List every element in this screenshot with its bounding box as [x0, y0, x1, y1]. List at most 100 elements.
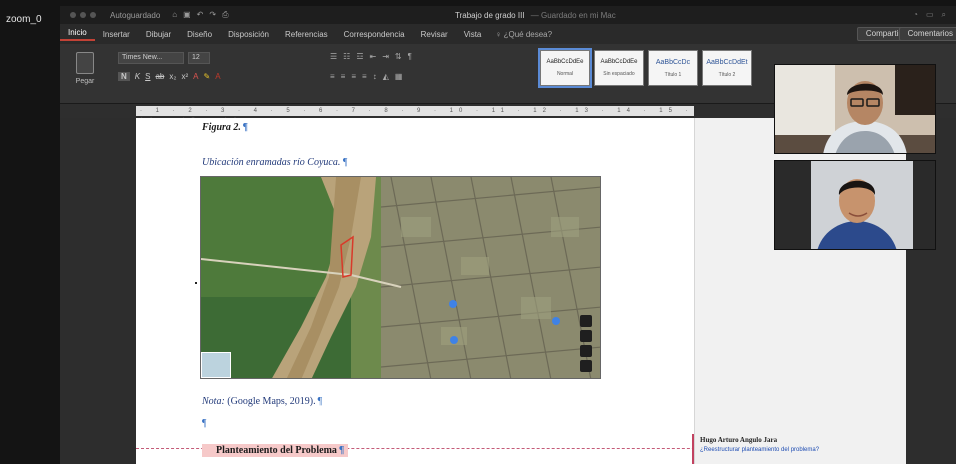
style-normal[interactable]: AaBbCcDdEe Normal	[538, 48, 592, 88]
undo-icon[interactable]: ↶	[197, 10, 204, 20]
window-controls	[70, 12, 96, 18]
participant-2-video	[775, 161, 935, 249]
video-tile-participant-2[interactable]	[774, 160, 936, 250]
home-icon[interactable]: ⌂	[172, 10, 177, 20]
underline-icon[interactable]: S	[145, 72, 150, 81]
tell-me-search[interactable]: ♀ ¿Qué desea?	[495, 30, 552, 39]
superscript-icon[interactable]: x²	[181, 72, 188, 81]
style-no-spacing[interactable]: AaBbCcDdEe Sin espaciado	[594, 50, 644, 86]
line-spacing-icon[interactable]: ↕	[373, 72, 377, 81]
comment-text[interactable]: ¿Reestructurar planteamiento del problem…	[700, 447, 819, 453]
numbering-icon[interactable]: ☷	[343, 52, 350, 61]
doc-save-status: — Guardado en mi Mac	[530, 11, 616, 20]
comments-button[interactable]: Comentarios	[898, 27, 956, 41]
quick-access-toolbar: ⌂ ▣ ↶ ↷ ⎙	[172, 10, 228, 20]
figure-label[interactable]: Figura 2. ¶	[202, 122, 248, 133]
screen: zoom_0 Autoguardado ⌂ ▣ ↶ ↷ ⎙ Trabajo de…	[0, 0, 956, 464]
tab-referencias[interactable]: Referencias	[277, 30, 336, 39]
redo-icon[interactable]: ↷	[209, 10, 216, 20]
font-name-select[interactable]: Times New...	[118, 52, 184, 64]
maximize-window-button[interactable]	[90, 12, 96, 18]
paragraph-row-2: ≡ ≡ ≡ ≡ ↕ ◭ ▦	[330, 72, 402, 81]
style-heading-1[interactable]: AaBbCcDc Título 1	[648, 50, 698, 86]
paragraph-mark: ¶	[342, 157, 348, 168]
search-icon[interactable]: ⌕	[942, 10, 946, 20]
italic-icon[interactable]: K	[135, 72, 140, 81]
save-icon[interactable]: ▣	[183, 10, 191, 20]
map-zoom-out-button[interactable]	[580, 330, 592, 342]
sort-icon[interactable]: ⇅	[395, 52, 402, 61]
battery-icon: ▭	[925, 10, 934, 19]
tab-inicio[interactable]: Inicio	[60, 28, 95, 41]
style-name: Normal	[556, 71, 574, 77]
tell-me-label: ¿Qué desea?	[503, 29, 553, 39]
bullets-icon[interactable]: ☰	[330, 52, 337, 61]
comment-author: Hugo Arturo Angulo Jara	[700, 436, 778, 444]
style-name: Título 2	[718, 72, 736, 78]
tab-correspondencia[interactable]: Correspondencia	[336, 30, 413, 39]
map-image[interactable]	[200, 176, 601, 379]
note-prefix: Nota:	[202, 396, 225, 407]
map-zoom-controls	[580, 315, 592, 372]
style-name: Título 1	[664, 72, 682, 78]
figure-caption-text: Ubicación enramadas río Coyuca.	[202, 157, 341, 168]
map-compass-button[interactable]	[580, 345, 592, 357]
style-preview: AaBbCcDc	[655, 59, 691, 66]
map-zoom-in-button[interactable]	[580, 315, 592, 327]
heading-text: Planteamiento del Problema	[216, 445, 337, 456]
paragraph-row-1: ☰ ☷ ☲ ⇤ ⇥ ⇅ ¶	[330, 52, 412, 61]
figure-label-text: Figura 2.	[202, 122, 241, 133]
empty-paragraph[interactable]: ¶	[202, 418, 207, 429]
tab-insertar[interactable]: Insertar	[95, 30, 138, 39]
system-tray: ◔ ▭ ⌕	[913, 10, 946, 20]
tab-revisar[interactable]: Revisar	[413, 30, 456, 39]
style-name: Sin espaciado	[603, 71, 635, 77]
bold-icon[interactable]: N	[118, 72, 130, 81]
minimize-window-button[interactable]	[80, 12, 86, 18]
increase-indent-icon[interactable]: ⇥	[382, 52, 389, 61]
align-left-icon[interactable]: ≡	[330, 72, 335, 81]
style-heading-2[interactable]: AaBbCcDdEt Título 2	[702, 50, 752, 86]
show-marks-icon[interactable]: ¶	[408, 52, 412, 61]
font-color-icon[interactable]: A	[193, 72, 198, 81]
tab-vista[interactable]: Vista	[456, 30, 490, 39]
video-tile-participant-1[interactable]	[774, 64, 936, 154]
cursor-marker	[195, 282, 197, 284]
tab-diseno[interactable]: Diseño	[179, 30, 220, 39]
document-page[interactable]: Figura 2. ¶ Ubicación enramadas río Coyuc…	[136, 118, 770, 464]
style-preview: AaBbCcDdEt	[706, 59, 748, 66]
align-center-icon[interactable]: ≡	[341, 72, 346, 81]
tab-dibujar[interactable]: Dibujar	[138, 30, 179, 39]
ribbon-tabs: Inicio Insertar Dibujar Diseño Disposici…	[60, 24, 956, 44]
title-bar: Autoguardado ⌂ ▣ ↶ ↷ ⎙ Trabajo de grado …	[60, 6, 956, 24]
strikethrough-icon[interactable]: ab	[155, 72, 164, 81]
paste-button[interactable]: Pegar	[68, 50, 102, 96]
paragraph-mark: ¶	[317, 396, 323, 407]
section-heading[interactable]: Planteamiento del Problema ¶	[202, 444, 349, 457]
zoom-side-strip	[0, 0, 60, 464]
figure-note[interactable]: Nota: (Google Maps, 2019). ¶	[202, 396, 322, 407]
ruler-scale[interactable]: · 1 · 2 · 3 · 4 · 5 · 6 · 7 · 8 · 9 · 10…	[136, 106, 694, 124]
close-window-button[interactable]	[70, 12, 76, 18]
clipboard-icon	[76, 52, 94, 74]
align-right-icon[interactable]: ≡	[351, 72, 356, 81]
map-pegman-button[interactable]	[580, 360, 592, 372]
autosave-toggle[interactable]: Autoguardado	[110, 11, 160, 20]
subscript-icon[interactable]: x₂	[169, 72, 176, 81]
print-icon[interactable]: ⎙	[222, 10, 228, 20]
figure-caption[interactable]: Ubicación enramadas río Coyuca. ¶	[202, 157, 348, 168]
map-layer-thumbnail[interactable]	[201, 352, 231, 378]
document-title: Trabajo de grado III — Guardado en mi Ma…	[455, 11, 616, 20]
justify-icon[interactable]: ≡	[362, 72, 367, 81]
font-format-row: N K S ab x₂ x² A ✎ A	[118, 72, 221, 81]
tab-disposicion[interactable]: Disposición	[220, 30, 277, 39]
font-size-select[interactable]: 12	[188, 52, 210, 64]
borders-icon[interactable]: ▦	[395, 72, 403, 81]
paragraph-mark: ¶	[242, 122, 248, 133]
text-color-icon[interactable]: A	[215, 72, 220, 81]
style-preview: AaBbCcDdEe	[600, 59, 638, 65]
decrease-indent-icon[interactable]: ⇤	[370, 52, 377, 61]
shading-icon[interactable]: ◭	[383, 72, 389, 81]
highlight-icon[interactable]: ✎	[204, 72, 211, 81]
multilevel-list-icon[interactable]: ☲	[356, 52, 363, 61]
